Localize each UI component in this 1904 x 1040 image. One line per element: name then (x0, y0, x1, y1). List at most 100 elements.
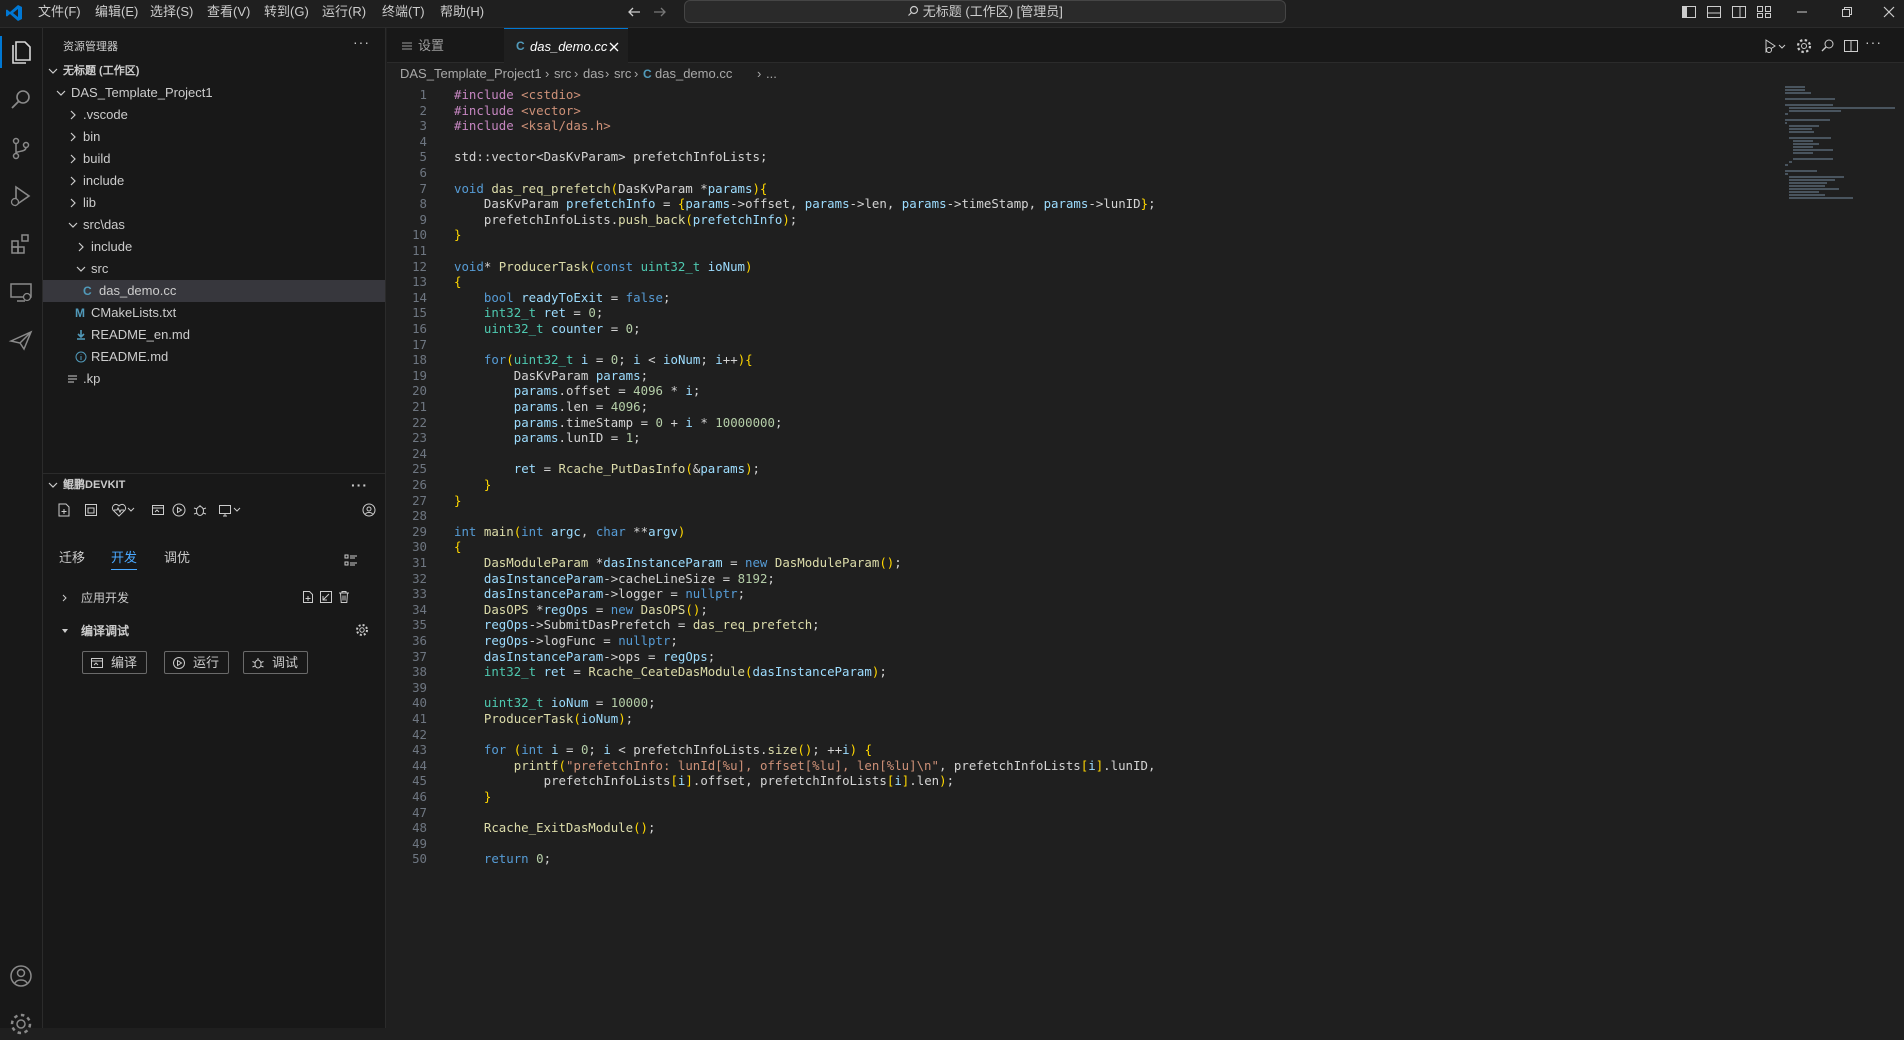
more-actions-icon[interactable]: ··· (353, 34, 370, 50)
menu-item[interactable]: 选择(S) (150, 0, 193, 28)
code-editor[interactable]: 1 #include <cstdio> 2 #include <vector> 3 #in… (387, 85, 1904, 1028)
devkit-header[interactable]: 鲲鹏DEVKIT ··· (43, 474, 385, 496)
toggle-primary-sidebar-icon[interactable] (1680, 3, 1698, 21)
chevron-right-icon (78, 242, 84, 252)
tree-item-label: src (91, 261, 109, 276)
tree-item[interactable]: bin (43, 126, 385, 148)
health-check-icon[interactable] (111, 502, 127, 518)
tree-item[interactable]: include (43, 236, 385, 258)
tab-settings[interactable]: 设置 (387, 28, 504, 63)
close-window-icon[interactable] (1880, 3, 1898, 21)
devkit-tab[interactable]: 开发 (111, 547, 138, 570)
chevron-right-icon (70, 132, 76, 142)
tree-item[interactable]: README_en.md (43, 324, 385, 346)
extensions-icon[interactable] (5, 228, 37, 260)
title-bar: 文件(F) 编辑(E) 选择(S) 查看(V) 转到(G) 运行(R) 终端(T) 帮助(H)… (0, 0, 1904, 28)
tree-item[interactable]: include (43, 170, 385, 192)
tab-label: 设置 (418, 38, 445, 53)
remote-monitor-icon[interactable] (217, 502, 233, 518)
delete-icon[interactable] (337, 590, 351, 604)
forward-arrow-icon[interactable] (651, 3, 669, 21)
tree-item[interactable]: DAS_Template_Project1 (43, 82, 385, 104)
dropdown-caret-icon[interactable] (233, 507, 241, 513)
compile-icon[interactable] (150, 502, 166, 518)
dropdown-caret-icon[interactable] (127, 507, 135, 513)
account-icon[interactable] (5, 960, 37, 992)
active-indicator (0, 36, 2, 68)
source-control-icon[interactable] (5, 132, 37, 164)
breadcrumb-src[interactable]: src (554, 63, 571, 85)
import-icon[interactable] (319, 590, 333, 604)
minimap[interactable] (1785, 85, 1895, 205)
close-tab-icon[interactable] (608, 41, 620, 53)
devkit-tab[interactable]: 迁移 (59, 547, 85, 566)
restore-icon[interactable] (1838, 3, 1856, 21)
settings-gear-icon[interactable] (355, 623, 369, 637)
find-icon[interactable] (1819, 37, 1837, 55)
minimize-icon[interactable] (1793, 3, 1811, 21)
vscode-logo-icon (6, 5, 22, 21)
tree-item[interactable]: Cdas_demo.cc (43, 280, 385, 302)
devkit-tab[interactable]: 调优 (164, 547, 190, 566)
menu-item[interactable]: 查看(V) (207, 0, 250, 28)
new-file-icon[interactable] (301, 590, 315, 604)
debug-button[interactable]: 调试 (243, 651, 308, 674)
tree-item[interactable]: .kp (43, 368, 385, 390)
manage-gear-icon[interactable] (5, 1008, 37, 1040)
tree-item[interactable]: .vscode (43, 104, 385, 126)
explorer-icon[interactable] (5, 36, 37, 68)
chevron-down-icon (68, 222, 78, 228)
devkit-more-icon[interactable]: ··· (351, 474, 368, 496)
debug-icon[interactable] (192, 502, 208, 518)
compile-button[interactable]: 编译 (82, 651, 147, 674)
sidebar-title: 资源管理器 (63, 41, 118, 53)
tree-item[interactable]: src (43, 258, 385, 280)
menu-item[interactable]: 帮助(H) (440, 0, 484, 28)
chevron-right-icon (70, 110, 76, 120)
back-arrow-icon[interactable] (625, 3, 643, 21)
app-dev-row[interactable]: 应用开发 (43, 585, 385, 611)
menu-item[interactable]: 运行(R) (322, 0, 366, 28)
breadcrumb-symbol[interactable]: ... (766, 63, 777, 85)
run-button[interactable]: 运行 (164, 651, 229, 674)
tree-item-label: .vscode (83, 107, 128, 122)
tree-item-label: README.md (91, 349, 169, 364)
tree-item-label: include (83, 173, 125, 188)
breadcrumb-das[interactable]: das (583, 63, 604, 85)
new-project-icon[interactable] (56, 502, 72, 518)
command-center-search[interactable]: 无标题 (工作区) [管理员] (684, 0, 1286, 23)
menu-item[interactable]: 编辑(E) (95, 0, 138, 28)
compile-debug-row[interactable]: 编译调试 (43, 618, 385, 644)
editor-settings-gear-icon[interactable] (1795, 37, 1813, 55)
tree-item[interactable]: src\das (43, 214, 385, 236)
tree-item[interactable]: M CMakeLists.txt (43, 302, 385, 324)
run-file-icon[interactable] (1763, 37, 1787, 55)
breadcrumb-src2[interactable]: src (614, 63, 631, 85)
run-icon[interactable] (171, 502, 187, 518)
user-icon[interactable] (361, 502, 377, 518)
tree-item[interactable]: README.md (43, 346, 385, 368)
menu-item[interactable]: 文件(F) (38, 0, 81, 28)
tree-item[interactable]: lib (43, 192, 385, 214)
menu-item[interactable]: 转到(G) (264, 0, 309, 28)
editor-more-icon[interactable]: ··· (1865, 34, 1882, 50)
tree-item[interactable]: build (43, 148, 385, 170)
chevron-right-icon (70, 154, 76, 164)
search-view-icon[interactable] (5, 84, 37, 116)
toggle-secondary-sidebar-icon[interactable] (1730, 3, 1748, 21)
run-debug-icon[interactable] (5, 180, 37, 212)
list-view-icon[interactable] (343, 552, 359, 568)
breadcrumb-project[interactable]: DAS_Template_Project1 (400, 63, 542, 85)
open-project-icon[interactable] (83, 502, 99, 518)
settings-lines-icon (402, 42, 412, 50)
workspace-header[interactable]: 无标题 (工作区) (43, 60, 385, 82)
tab-das-demo[interactable]: C das_demo.cc (504, 28, 628, 64)
customize-layout-icon[interactable] (1755, 3, 1773, 21)
remote-explorer-icon[interactable] (5, 276, 37, 308)
breadcrumb-file[interactable]: das_demo.cc (655, 63, 732, 85)
menu-item[interactable]: 终端(T) (382, 0, 425, 28)
kunpeng-devkit-icon[interactable] (5, 324, 37, 356)
toggle-panel-icon[interactable] (1705, 3, 1723, 21)
cpp-file-icon: C (643, 67, 652, 81)
split-editor-icon[interactable] (1842, 37, 1860, 55)
